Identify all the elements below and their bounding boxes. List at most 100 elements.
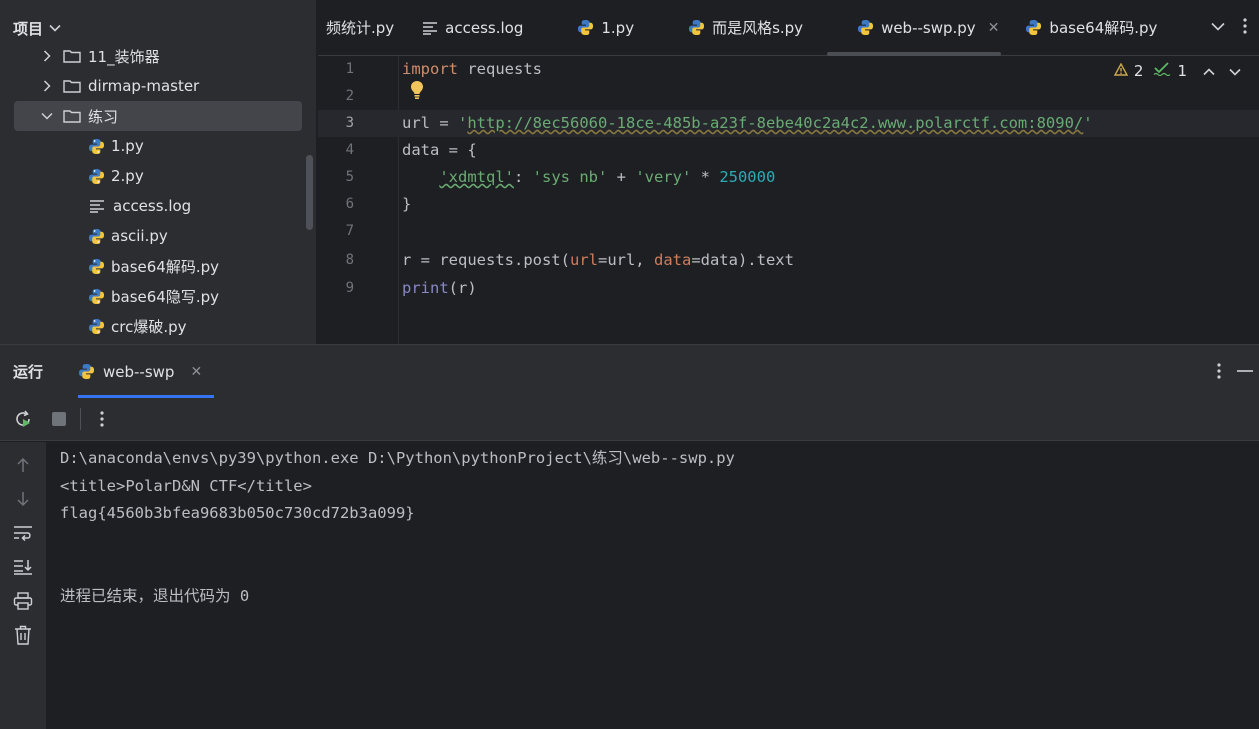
code-text: r = requests.post( bbox=[402, 251, 570, 269]
python-file-icon bbox=[78, 363, 95, 380]
line-number: 2 bbox=[345, 88, 354, 104]
python-file-icon bbox=[88, 168, 105, 184]
console-line: 进程已结束，退出代码为 0 bbox=[60, 586, 250, 605]
code-line[interactable]: 5 'xdmtql': 'sys nb' + 'very' * 250000 bbox=[318, 164, 1259, 191]
tree-item-label: dirmap-master bbox=[88, 77, 200, 95]
tree-item-label: 1.py bbox=[111, 137, 144, 155]
tab-label: 而是风格s.py bbox=[712, 19, 804, 37]
string: ' bbox=[1083, 114, 1093, 132]
folder-open-icon bbox=[63, 110, 81, 123]
code-line[interactable]: 8 r = requests.post(url=url, data=data).… bbox=[318, 247, 1259, 274]
code-text: (r) bbox=[448, 279, 477, 297]
rerun-icon[interactable] bbox=[12, 408, 34, 430]
builtin-function: print bbox=[402, 279, 449, 297]
param-name: data bbox=[653, 251, 692, 269]
chevron-up-icon[interactable] bbox=[1203, 62, 1215, 80]
inspection-widget[interactable]: 2 1 bbox=[1113, 62, 1241, 80]
tree-file[interactable]: ascii.py bbox=[0, 221, 316, 251]
code-line[interactable]: 7 bbox=[318, 218, 1259, 245]
code-line[interactable]: 9 print(r) bbox=[318, 275, 1259, 302]
soft-wrap-icon[interactable] bbox=[12, 522, 34, 544]
project-scrollbar[interactable] bbox=[306, 155, 313, 230]
tab-access-log[interactable]: access.log bbox=[408, 0, 537, 56]
chevron-right-icon[interactable] bbox=[41, 80, 53, 92]
console-line: ​ bbox=[60, 555, 735, 583]
python-file-icon bbox=[88, 288, 105, 304]
tree-item-label: 2.py bbox=[111, 167, 144, 185]
more-options-icon[interactable] bbox=[91, 408, 113, 430]
line-number: 9 bbox=[345, 280, 354, 296]
line-number: 6 bbox=[345, 196, 354, 212]
chevron-down-icon[interactable] bbox=[1229, 62, 1241, 80]
python-file-icon bbox=[578, 19, 594, 36]
warning-icon bbox=[1113, 62, 1129, 80]
tab-label: 频统计.py bbox=[326, 19, 395, 37]
line-number: 1 bbox=[345, 61, 354, 77]
tree-item-label: ascii.py bbox=[111, 227, 168, 245]
arrow-down-icon[interactable] bbox=[12, 488, 34, 510]
tree-file[interactable]: crc爆破.py bbox=[0, 311, 316, 341]
string: 'xdmtql' bbox=[439, 168, 514, 186]
python-file-icon bbox=[858, 19, 874, 36]
tree-file[interactable]: 1.py bbox=[0, 131, 316, 161]
run-title: 运行 bbox=[13, 363, 44, 381]
tree-file[interactable]: 2.py bbox=[0, 161, 316, 191]
more-options-icon[interactable] bbox=[1217, 362, 1221, 384]
run-toolbar bbox=[0, 398, 1259, 441]
arrow-up-icon[interactable] bbox=[12, 454, 34, 476]
tree-item-label: crc爆破.py bbox=[111, 317, 187, 336]
python-file-icon bbox=[88, 138, 105, 154]
close-icon[interactable]: ✕ bbox=[190, 364, 202, 380]
number: 250000 bbox=[719, 168, 776, 186]
close-icon[interactable]: ✕ bbox=[988, 20, 1000, 36]
python-file-icon bbox=[88, 228, 105, 244]
line-number: 4 bbox=[345, 142, 354, 158]
console-output[interactable]: D:\anaconda\envs\py39\python.exe D:\Pyth… bbox=[60, 445, 735, 610]
tree-folder-dirmap[interactable]: dirmap-master bbox=[0, 71, 316, 101]
line-number: 8 bbox=[345, 252, 354, 268]
editor-tabs: 频统计.py access.log 1.py 而是风格s.py web--swp… bbox=[318, 0, 1259, 56]
tree-file[interactable]: base64解码.py bbox=[0, 251, 316, 281]
run-tab-web-swp[interactable]: web--swp ✕ bbox=[78, 345, 215, 398]
code-text: =data).text bbox=[691, 251, 794, 269]
tab-word-freq[interactable]: 频统计.py bbox=[318, 0, 408, 56]
tree-file[interactable]: access.log bbox=[0, 191, 316, 221]
tab-base64-decode-py[interactable]: base64解码.py bbox=[1013, 0, 1171, 56]
line-number: 3 bbox=[345, 115, 354, 131]
code-text: : bbox=[513, 168, 533, 186]
text-file-icon bbox=[90, 200, 104, 213]
code-line-current[interactable]: 3 url = 'http://8ec56060-18ce-485b-a23f-… bbox=[318, 110, 1259, 137]
chevron-down-icon[interactable] bbox=[1211, 19, 1225, 35]
stop-icon[interactable] bbox=[48, 408, 70, 430]
tab-style-py[interactable]: 而是风格s.py bbox=[648, 0, 817, 56]
code-line[interactable]: 4 data = { bbox=[318, 137, 1259, 164]
tree-item-label: base64解码.py bbox=[111, 257, 220, 276]
code-text: requests bbox=[458, 60, 542, 78]
console-line: D:\anaconda\envs\py39\python.exe D:\Pyth… bbox=[60, 449, 735, 467]
code-line[interactable]: 6 } bbox=[318, 191, 1259, 218]
project-header-label[interactable]: 项目 bbox=[13, 0, 61, 56]
code-line[interactable]: 2 bbox=[318, 83, 1259, 110]
run-side-toolbar bbox=[0, 442, 46, 729]
url-string[interactable]: http://8ec56060-18ce-485b-a23f-8ebe40c2a… bbox=[467, 114, 1083, 132]
project-tree: 11_装饰器 dirmap-master 练习 1.py 2.py access… bbox=[0, 41, 316, 341]
print-icon[interactable] bbox=[12, 590, 34, 612]
lightbulb-icon[interactable] bbox=[410, 80, 424, 104]
ok-count: 1 bbox=[1177, 62, 1187, 80]
minimize-icon[interactable] bbox=[1237, 362, 1253, 384]
tree-folder-practice[interactable]: 练习 bbox=[14, 101, 302, 131]
python-file-icon bbox=[88, 318, 105, 334]
run-header: 运行 web--swp ✕ bbox=[0, 345, 1259, 398]
chevron-down-icon[interactable] bbox=[41, 110, 53, 122]
scroll-to-end-icon[interactable] bbox=[12, 556, 34, 578]
tree-file[interactable]: base64隐写.py bbox=[0, 281, 316, 311]
trash-icon[interactable] bbox=[12, 624, 34, 646]
chevron-down-icon bbox=[49, 21, 61, 35]
tab-1-py[interactable]: 1.py bbox=[537, 0, 648, 56]
string: 'sys nb' bbox=[532, 168, 608, 186]
tab-label: web--swp.py bbox=[881, 18, 976, 37]
tab-web-swp-py[interactable]: web--swp.py ✕ bbox=[817, 0, 1013, 56]
code-editor[interactable]: 1 import requests 2 3 url = 'http://8ec5… bbox=[318, 56, 1259, 344]
more-options-icon[interactable] bbox=[1243, 17, 1247, 39]
